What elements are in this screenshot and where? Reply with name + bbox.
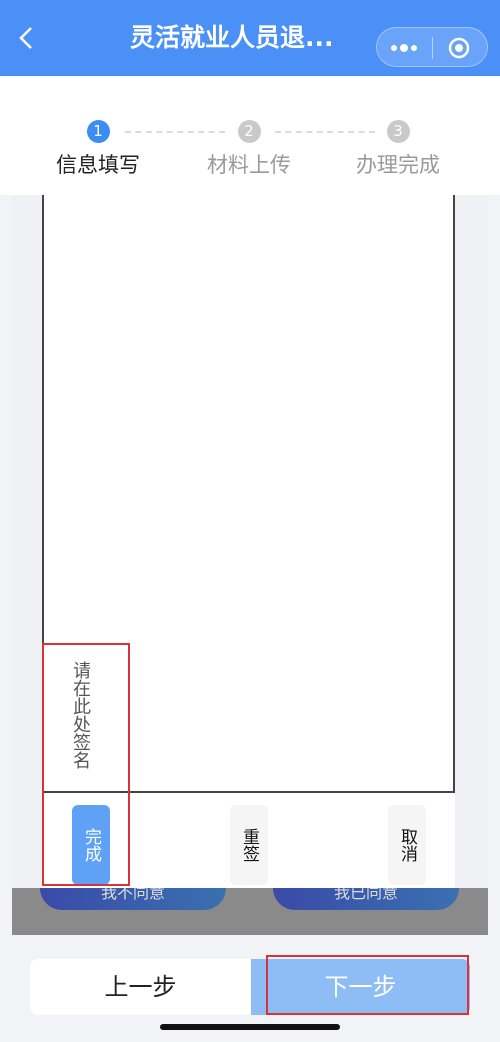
step-label: 办理完成	[356, 153, 440, 177]
step-label: 信息填写	[56, 153, 140, 177]
capsule-divider	[432, 37, 433, 59]
step-number: 2	[237, 120, 261, 143]
step-indicator: 1 信息填写 2 材料上传 3 办理完成	[0, 76, 500, 195]
step-2: 2 材料上传	[179, 120, 319, 179]
home-indicator	[160, 1024, 340, 1030]
capsule-menu	[376, 27, 488, 67]
step-label: 材料上传	[207, 153, 291, 177]
resign-button[interactable]: 重签	[230, 805, 268, 885]
cancel-button[interactable]: 取消	[388, 805, 426, 885]
step-3: 3 办理完成	[328, 120, 468, 179]
prev-step-button[interactable]: 上一步	[30, 959, 251, 1015]
step-number: 1	[86, 120, 110, 143]
highlight-box-next	[266, 955, 469, 1015]
highlight-box-signature	[42, 643, 130, 886]
step-number: 3	[386, 120, 410, 143]
step-1: 1 信息填写	[28, 120, 168, 179]
more-icon[interactable]	[387, 36, 421, 60]
page-title: 灵活就业人员退...	[130, 23, 334, 52]
target-icon[interactable]	[447, 36, 471, 60]
disagree-button: 我不同意	[40, 888, 226, 910]
agree-button: 我已同意	[273, 888, 459, 910]
nav-bar: 灵活就业人员退...	[0, 0, 500, 76]
back-icon[interactable]	[16, 26, 40, 50]
